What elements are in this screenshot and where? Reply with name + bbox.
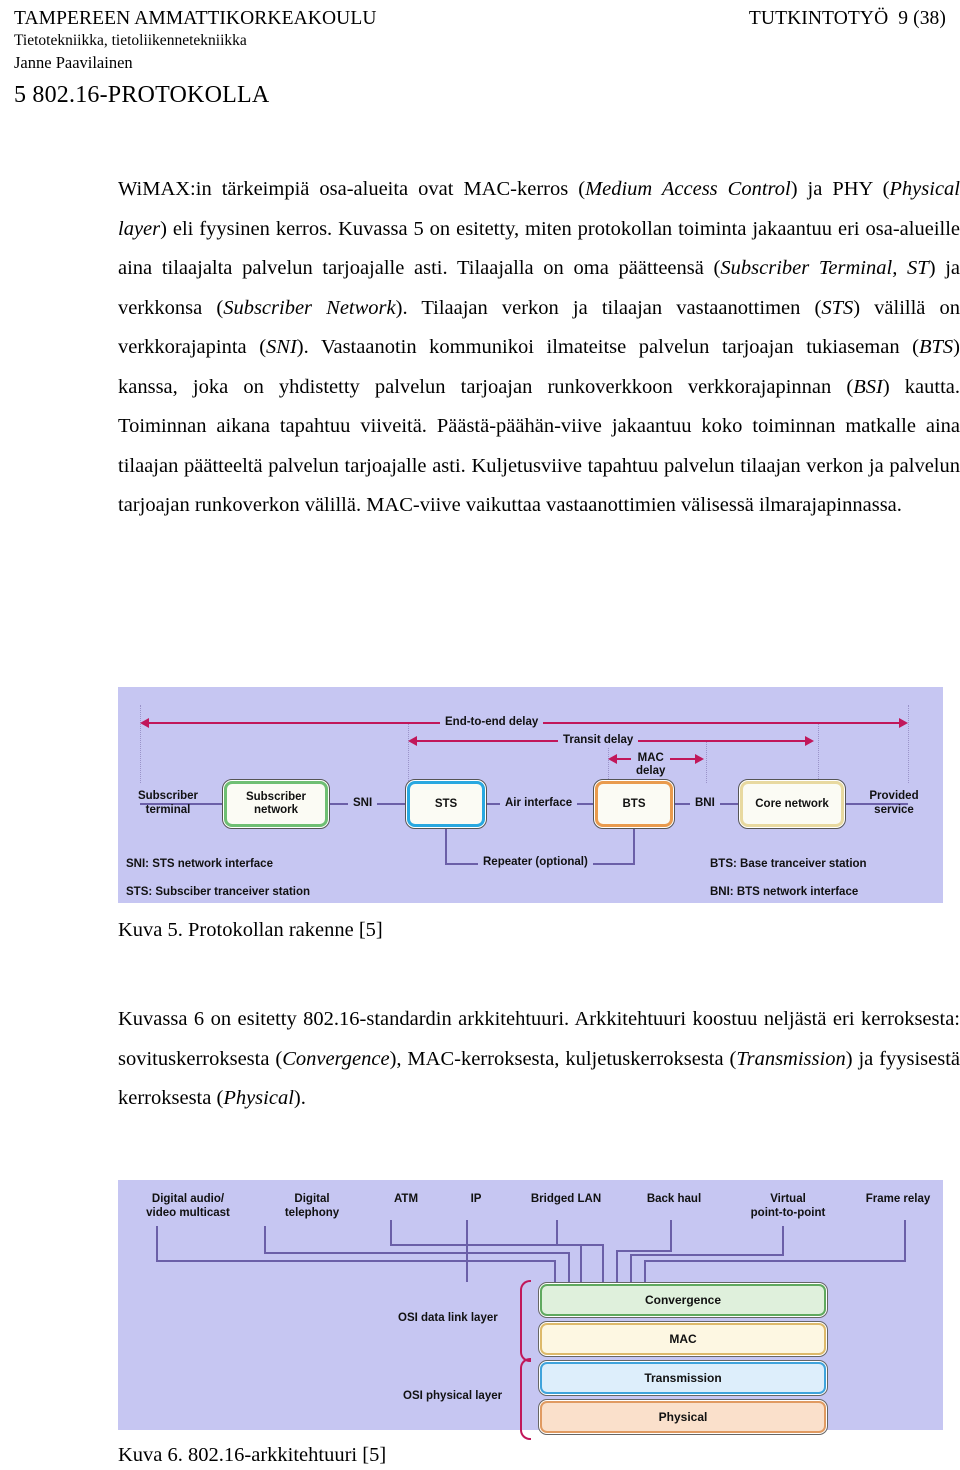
arrow-label-end-to-end-delay: End-to-end delay	[440, 716, 544, 729]
brace-osi-physical-layer	[520, 1358, 531, 1440]
link-label-bni: BNI	[690, 797, 720, 810]
legend-line: STS: Subsciber tranceiver station	[126, 886, 311, 898]
brace-osi-data-link-layer	[520, 1280, 531, 1362]
layer-label: MAC	[669, 1332, 697, 1346]
legend-line: BNI: BTS network interface	[710, 886, 859, 898]
arrow-head-right	[695, 754, 704, 764]
service-label-digital-telephony: Digital telephony	[284, 1193, 340, 1219]
layer-physical: Physical	[538, 1399, 828, 1435]
feed-wire	[264, 1226, 266, 1254]
node-label: Subscriber network	[245, 791, 307, 816]
guide-line	[908, 705, 909, 783]
feed-wire	[466, 1220, 468, 1282]
feed-wire	[390, 1220, 392, 1246]
service-label-back-haul: Back haul	[646, 1193, 702, 1205]
service-label-bridged-lan: Bridged LAN	[530, 1193, 602, 1205]
feed-wire	[644, 1260, 646, 1282]
chapter-title: 5 802.16-PROTOKOLLA	[14, 82, 270, 108]
node-bts: BTS	[593, 779, 675, 829]
legend-line: BTS: Base tranceiver station	[710, 858, 867, 870]
feed-wire	[644, 1260, 906, 1262]
guide-line	[140, 705, 141, 783]
feed-wire	[670, 1220, 672, 1252]
page-number: 9 (38)	[898, 8, 946, 29]
author-name: Janne Paavilainen	[14, 53, 133, 72]
service-label-virtual-point-to-point: Virtual point-to-point	[750, 1193, 826, 1219]
arrow-head-right	[899, 718, 908, 728]
header-doc-info: TUTKINTOTYÖ 9 (38)	[749, 8, 946, 30]
page-header: TAMPEREEN AMMATTIKORKEAKOULU TUTKINTOTYÖ…	[0, 0, 960, 109]
header-top-row: TAMPEREEN AMMATTIKORKEAKOULU TUTKINTOTYÖ…	[14, 8, 946, 30]
service-label-frame-relay: Frame relay	[865, 1193, 931, 1205]
repeater-wire	[445, 829, 447, 865]
arrow-label-transit-delay: Transit delay	[558, 734, 639, 747]
guide-line	[706, 741, 707, 783]
figure-802-16-architecture: Digital audio/ video multicast Digital t…	[118, 1180, 943, 1440]
layer-convergence: Convergence	[538, 1282, 828, 1318]
feed-wire	[602, 1244, 604, 1282]
service-label-digital-audio-video-multicast: Digital audio/ video multicast	[146, 1193, 230, 1219]
label-provided-service: Provided service	[869, 790, 919, 816]
feed-wire	[156, 1260, 556, 1262]
document-body: WiMAX:in tärkeimpiä osa-alueita ovat MAC…	[118, 170, 960, 526]
figure-5-caption: Kuva 5. Protokollan rakenne [5]	[118, 919, 383, 941]
node-sts: STS	[405, 779, 487, 829]
feed-wire	[390, 1244, 582, 1246]
document-body-2: Kuvassa 6 on esitetty 802.16-standardin …	[118, 1000, 960, 1119]
organization-name: TAMPEREEN AMMATTIKORKEAKOULU	[14, 8, 377, 29]
feed-wire	[264, 1252, 570, 1254]
figure-protocol-structure: End-to-end delay Transit delay MAC delay…	[118, 687, 943, 903]
figure-6-caption: Kuva 6. 802.16-arkkitehtuuri [5]	[118, 1444, 387, 1466]
feed-wire	[156, 1226, 158, 1262]
feed-wire	[556, 1244, 604, 1246]
layer-label: Physical	[658, 1410, 708, 1424]
service-label-ip: IP	[470, 1193, 482, 1205]
link-label-sni: SNI	[348, 797, 378, 810]
node-subscriber-network: Subscriber network	[222, 779, 330, 829]
feed-wire	[616, 1250, 618, 1282]
node-label: Core network	[755, 797, 829, 810]
arrow-head-right	[805, 736, 814, 746]
layer-label: Convergence	[644, 1293, 722, 1307]
link-label-air-interface: Air interface	[500, 797, 578, 810]
repeater-wire	[633, 829, 635, 865]
node-core-network: Core network	[738, 779, 846, 829]
legend-line: SNI: STS network interface	[126, 858, 273, 870]
paragraph-2: Kuvassa 6 on esitetty 802.16-standardin …	[118, 1008, 960, 1109]
feed-wire	[554, 1260, 556, 1282]
feed-wire	[782, 1226, 784, 1256]
feed-wire	[630, 1254, 632, 1282]
label-osi-data-link-layer: OSI data link layer	[398, 1312, 498, 1324]
label-osi-physical-layer: OSI physical layer	[403, 1390, 503, 1402]
department-name: Tietotekniikka, tietoliikennetekniikka	[14, 32, 247, 49]
guide-line	[408, 723, 409, 783]
layer-mac: MAC	[538, 1321, 828, 1357]
feed-wire	[616, 1250, 672, 1252]
node-label: STS	[434, 797, 458, 810]
arrow-head-left	[140, 718, 149, 728]
paragraph-1: WiMAX:in tärkeimpiä osa-alueita ovat MAC…	[118, 178, 960, 516]
legend-right: BTS: Base tranceiver station BNI: BTS ne…	[710, 843, 867, 913]
feed-wire	[630, 1254, 784, 1256]
arrow-head-left	[608, 754, 617, 764]
label-repeater-optional: Repeater (optional)	[478, 856, 593, 869]
feed-wire	[568, 1252, 570, 1282]
label-subscriber-terminal: Subscriber terminal	[137, 790, 199, 816]
layer-transmission: Transmission	[538, 1360, 828, 1396]
guide-line	[818, 723, 819, 783]
arrow-head-left	[408, 736, 417, 746]
legend-left: SNI: STS network interface STS: Subscibe…	[126, 843, 310, 913]
node-label: BTS	[622, 797, 646, 810]
feed-wire	[904, 1220, 906, 1262]
arrow-label-mac-delay: MAC delay	[631, 752, 671, 778]
service-label-atm: ATM	[393, 1193, 419, 1205]
layer-label: Transmission	[644, 1371, 722, 1385]
document-type: TUTKINTOTYÖ	[748, 8, 889, 29]
feed-wire	[580, 1244, 582, 1282]
feed-wire	[556, 1220, 558, 1246]
